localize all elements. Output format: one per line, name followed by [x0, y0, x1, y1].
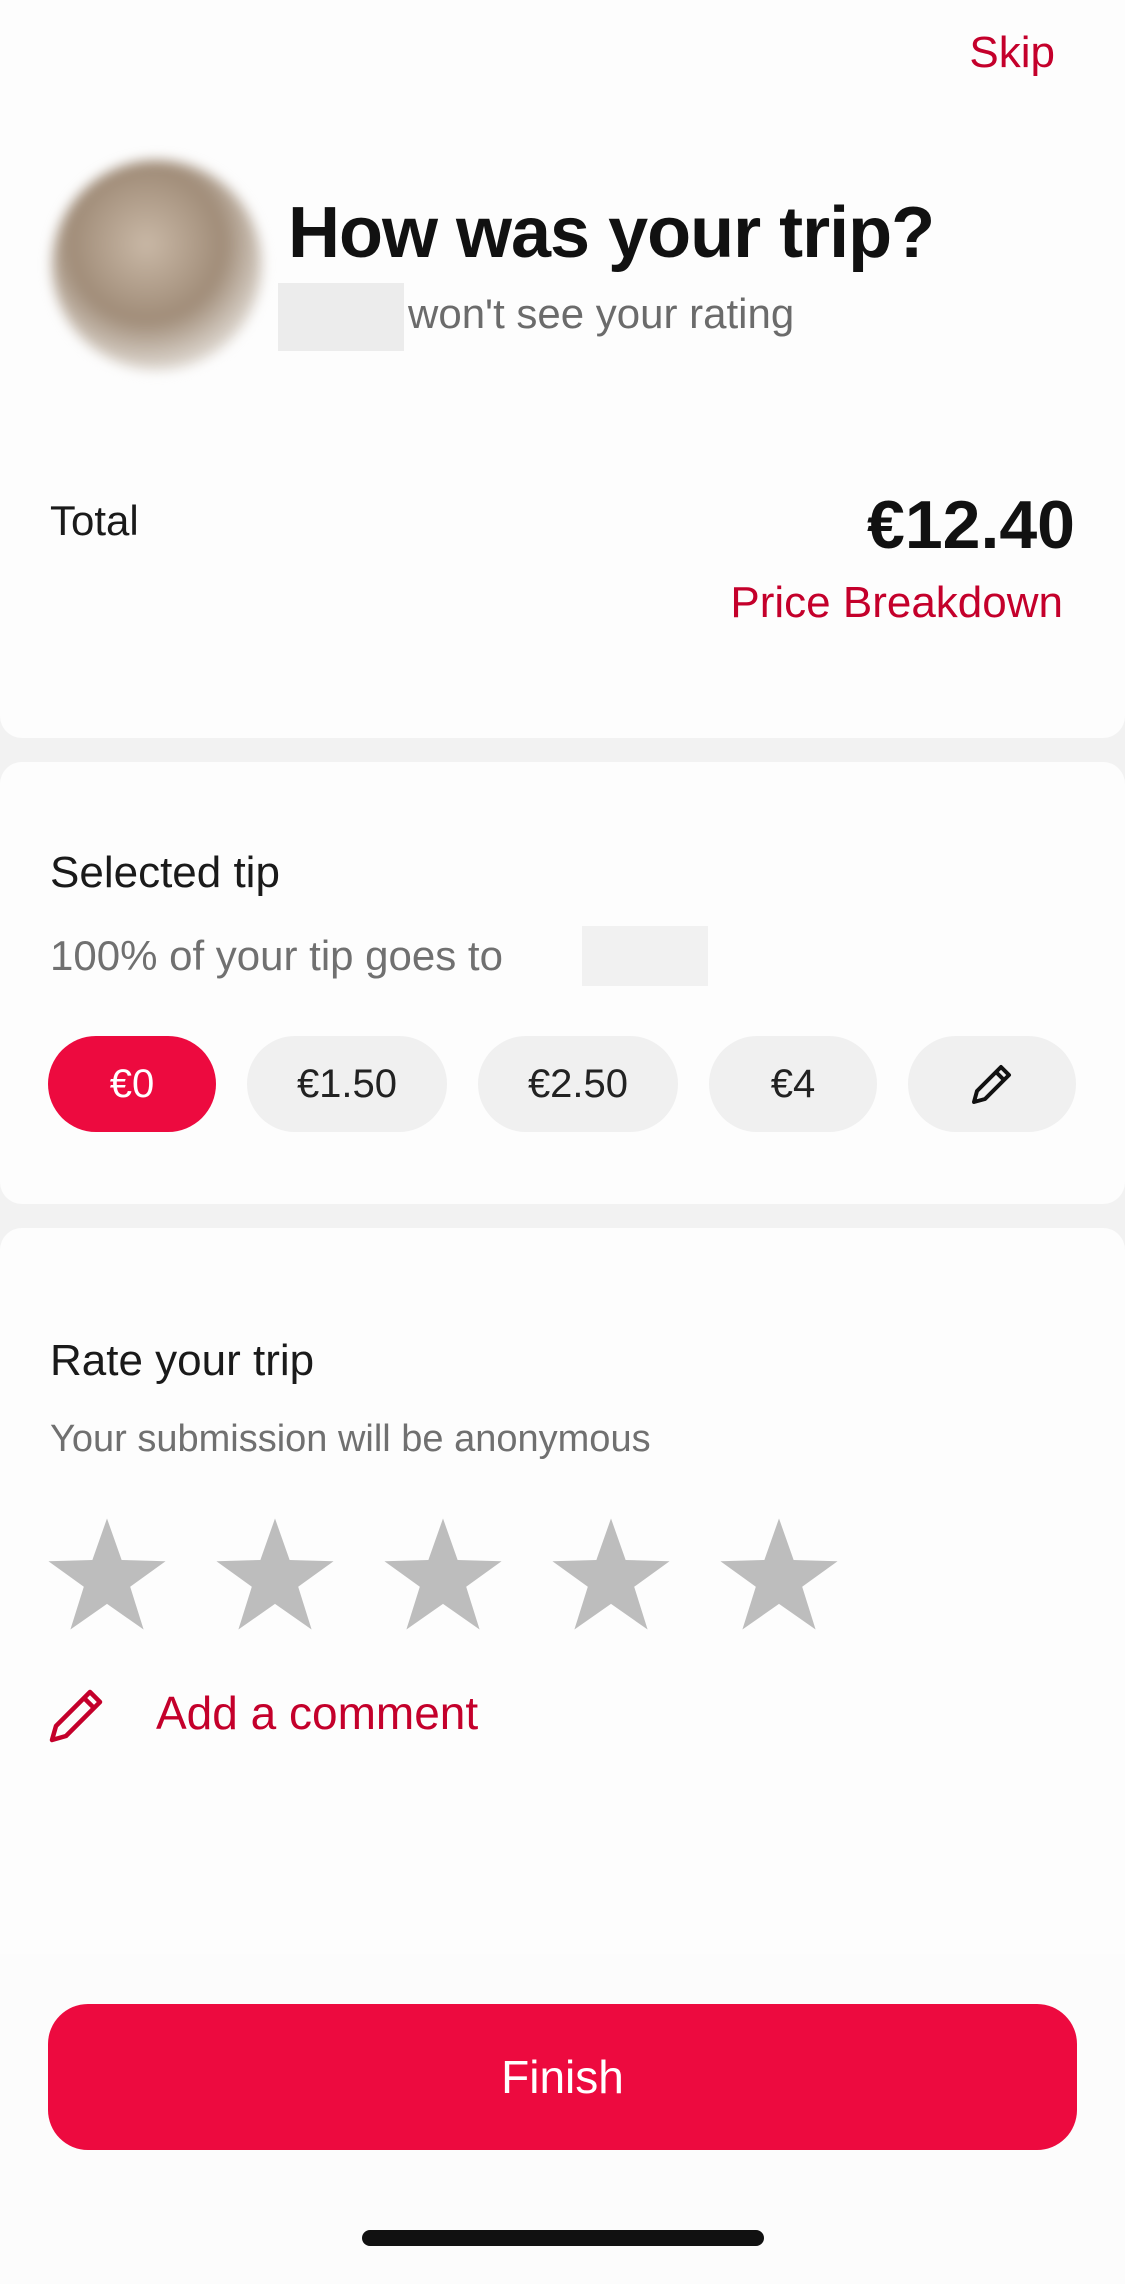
pencil-icon: [972, 1065, 1011, 1104]
tip-option-4[interactable]: €4: [709, 1036, 877, 1132]
bottom-bar: Finish: [0, 1954, 1125, 2284]
tip-title: Selected tip: [50, 848, 280, 897]
page-title: How was your trip?: [288, 193, 935, 273]
tip-option-2-50[interactable]: €2.50: [478, 1036, 678, 1132]
star-4[interactable]: [550, 1516, 672, 1632]
add-comment-button[interactable]: Add a comment: [46, 1678, 566, 1750]
star-5[interactable]: [718, 1516, 840, 1632]
tip-option-0[interactable]: €0: [48, 1036, 216, 1132]
price-breakdown-link[interactable]: Price Breakdown: [730, 578, 1063, 628]
redacted-driver-name: [278, 283, 404, 351]
trip-summary-card: Skip How was your trip? won't see your r…: [0, 0, 1125, 738]
tip-subtitle: 100% of your tip goes to: [50, 932, 503, 979]
total-label: Total: [50, 497, 139, 544]
tip-card: Selected tip 100% of your tip goes to €0…: [0, 762, 1125, 1204]
rating-privacy-note: won't see your rating: [408, 290, 795, 337]
skip-button[interactable]: Skip: [969, 28, 1055, 78]
rate-title: Rate your trip: [50, 1336, 315, 1385]
add-comment-label: Add a comment: [156, 1687, 479, 1739]
pencil-icon: [49, 1689, 103, 1743]
total-amount: €12.40: [867, 487, 1075, 563]
trip-rating-screen: Skip How was your trip? won't see your r…: [0, 0, 1125, 2284]
rate-subtitle: Your submission will be anonymous: [50, 1418, 651, 1460]
rating-card: Rate your trip Your submission will be a…: [0, 1228, 1125, 1954]
tip-options: €0 €1.50 €2.50 €4: [48, 1036, 1078, 1132]
star-2[interactable]: [214, 1516, 336, 1632]
star-rating: [46, 1516, 846, 1636]
tip-option-1-50[interactable]: €1.50: [247, 1036, 447, 1132]
custom-tip-button[interactable]: [908, 1036, 1076, 1132]
driver-avatar: [52, 160, 262, 370]
star-1[interactable]: [46, 1516, 168, 1632]
finish-button[interactable]: Finish: [48, 2004, 1077, 2150]
home-indicator: [362, 2230, 764, 2246]
star-3[interactable]: [382, 1516, 504, 1632]
redacted-driver-name: [582, 926, 708, 986]
